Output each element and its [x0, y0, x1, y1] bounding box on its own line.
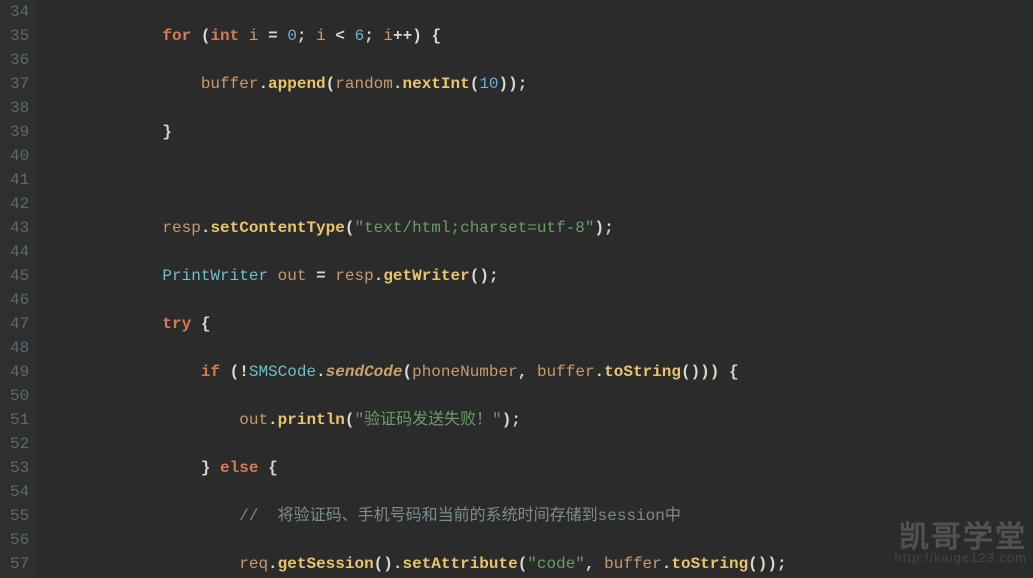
code-line: PrintWriter out = resp.getWriter(); — [47, 264, 1033, 288]
line-number: 41 — [10, 168, 29, 192]
code-line: } else { — [47, 456, 1033, 480]
code-line: if (!SMSCode.sendCode(phoneNumber, buffe… — [47, 360, 1033, 384]
keyword-int: int — [210, 27, 239, 45]
code-line: resp.setContentType("text/html;charset=u… — [47, 216, 1033, 240]
line-number: 57 — [10, 552, 29, 576]
code-area[interactable]: for (int i = 0; i < 6; i++) { buffer.app… — [37, 0, 1033, 578]
line-number: 38 — [10, 96, 29, 120]
code-line: req.getSession().setAttribute("code", bu… — [47, 552, 1033, 576]
line-number: 42 — [10, 192, 29, 216]
keyword-for: for — [162, 27, 191, 45]
line-number: 45 — [10, 264, 29, 288]
line-number-gutter: 3435363738394041424344454647484950515253… — [0, 0, 37, 578]
line-number: 36 — [10, 48, 29, 72]
line-number: 35 — [10, 24, 29, 48]
code-line: try { — [47, 312, 1033, 336]
line-number: 46 — [10, 288, 29, 312]
line-number: 50 — [10, 384, 29, 408]
code-line: // 将验证码、手机号码和当前的系统时间存储到session中 — [47, 504, 1033, 528]
comment: // 将验证码、手机号码和当前的系统时间存储到session中 — [239, 507, 681, 525]
line-number: 56 — [10, 528, 29, 552]
code-line: } — [47, 120, 1033, 144]
line-number: 37 — [10, 72, 29, 96]
line-number: 52 — [10, 432, 29, 456]
line-number: 39 — [10, 120, 29, 144]
line-number: 51 — [10, 408, 29, 432]
line-number: 47 — [10, 312, 29, 336]
line-number: 40 — [10, 144, 29, 168]
line-number: 48 — [10, 336, 29, 360]
line-number: 43 — [10, 216, 29, 240]
line-number: 34 — [10, 0, 29, 24]
line-number: 49 — [10, 360, 29, 384]
line-number: 44 — [10, 240, 29, 264]
code-line: out.println("验证码发送失败！"); — [47, 408, 1033, 432]
code-line: for (int i = 0; i < 6; i++) { — [47, 24, 1033, 48]
code-line — [47, 168, 1033, 192]
line-number: 55 — [10, 504, 29, 528]
code-line: buffer.append(random.nextInt(10)); — [47, 72, 1033, 96]
line-number: 53 — [10, 456, 29, 480]
code-editor: 3435363738394041424344454647484950515253… — [0, 0, 1033, 578]
line-number: 54 — [10, 480, 29, 504]
